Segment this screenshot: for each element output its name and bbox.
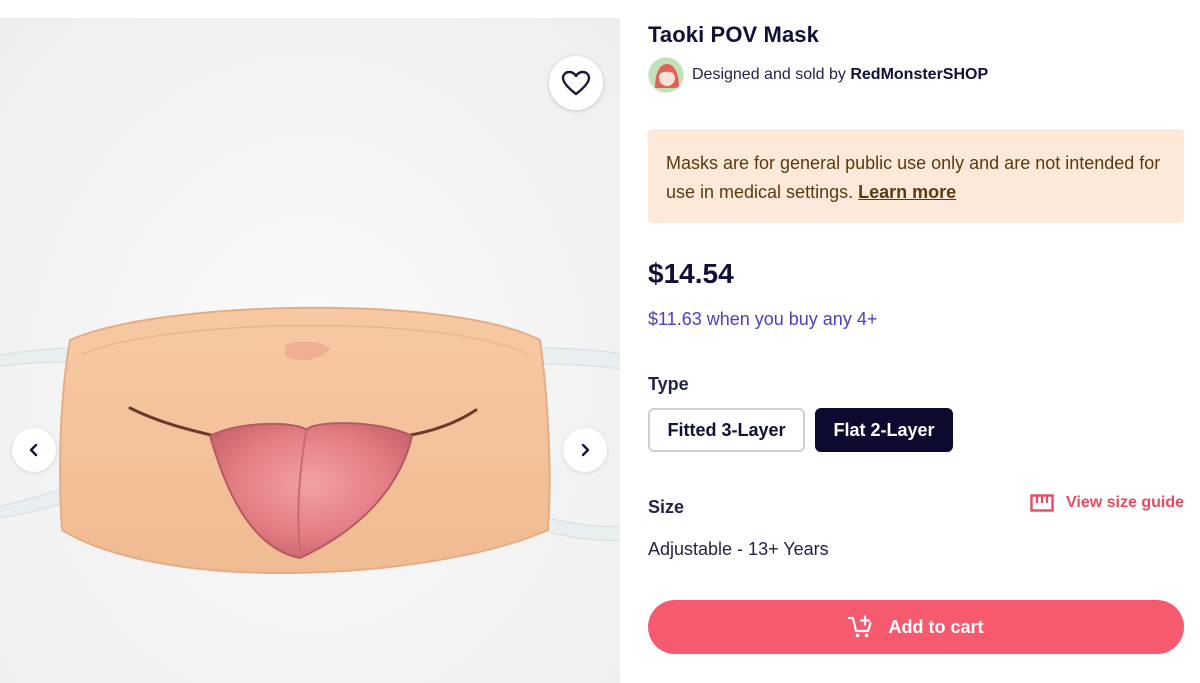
designer-row: Designed and sold by RedMonsterSHOP [648, 56, 988, 94]
add-to-cart-label: Add to cart [888, 616, 984, 637]
ruler-icon [1030, 494, 1054, 512]
designer-name-link[interactable]: RedMonsterSHOP [850, 66, 988, 83]
designer-prefix: Designed and sold by [692, 66, 846, 83]
size-label: Size [648, 497, 685, 517]
next-image-button[interactable] [563, 428, 607, 472]
bulk-price-offer: $11.63 when you buy any 4+ [648, 309, 878, 329]
type-option-fitted-3-layer[interactable]: Fitted 3-Layer [648, 408, 805, 452]
product-details: Taoki POV Mask Designed and sold by RedM… [648, 0, 1184, 683]
product-gallery [0, 18, 620, 683]
previous-image-button[interactable] [12, 428, 56, 472]
size-guide-link[interactable]: View size guide [1030, 494, 1184, 512]
product-title: Taoki POV Mask [648, 22, 819, 47]
type-label: Type [648, 374, 689, 394]
type-options: Fitted 3-Layer Flat 2-Layer [648, 408, 953, 452]
size-guide-label: View size guide [1066, 494, 1184, 511]
medical-notice: Masks are for general public use only an… [648, 129, 1184, 223]
learn-more-link[interactable]: Learn more [858, 182, 956, 202]
product-page: Taoki POV Mask Designed and sold by RedM… [0, 0, 1200, 683]
designer-credit: Designed and sold by RedMonsterSHOP [692, 66, 988, 84]
avatar-image [649, 58, 683, 92]
product-price: $14.54 [648, 258, 734, 289]
chevron-right-icon [581, 443, 590, 457]
size-value: Adjustable - 13+ Years [648, 539, 829, 559]
product-image-mask [0, 306, 620, 574]
heart-icon [561, 70, 591, 96]
chevron-left-icon [29, 443, 38, 457]
add-to-cart-button[interactable]: Add to cart [648, 600, 1184, 654]
type-option-flat-2-layer[interactable]: Flat 2-Layer [815, 408, 953, 452]
designer-avatar[interactable] [648, 57, 684, 93]
cart-add-icon [848, 615, 874, 639]
favorite-button[interactable] [549, 56, 603, 110]
